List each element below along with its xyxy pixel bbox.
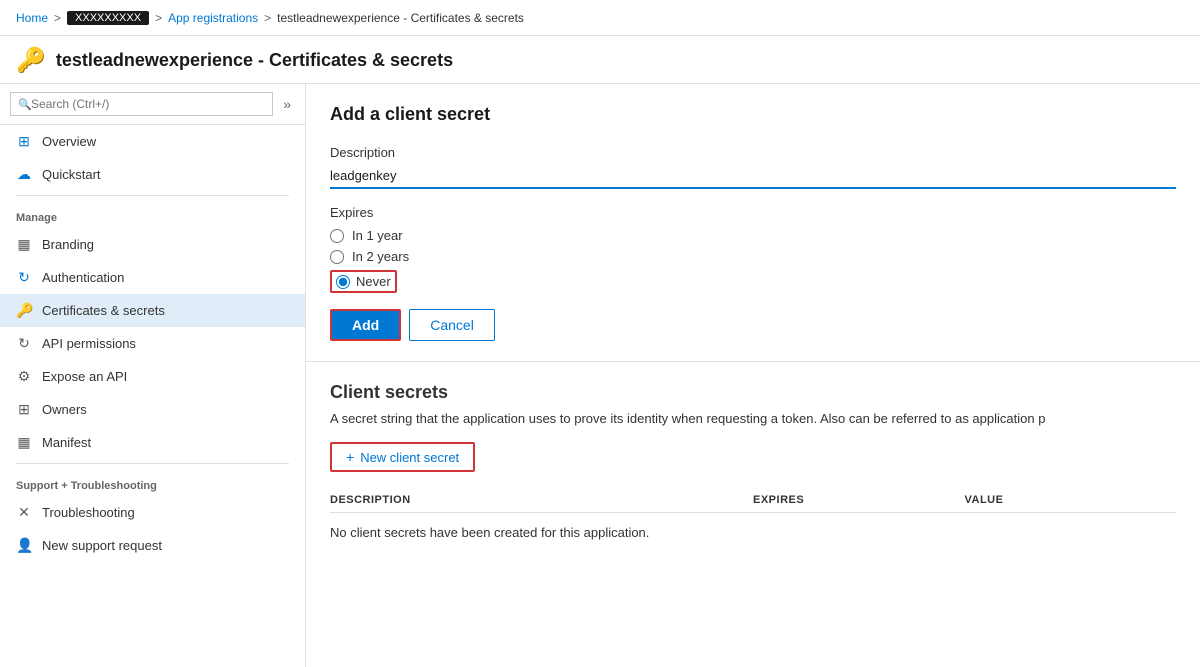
sidebar-item-owners[interactable]: ⊞ Owners: [0, 393, 305, 426]
new-client-secret-label: New client secret: [360, 450, 459, 465]
page-header: 🔑 testleadnewexperience - Certificates &…: [0, 36, 1200, 84]
radio-never[interactable]: Never: [330, 270, 1176, 293]
search-icon: 🔍: [18, 98, 32, 111]
sidebar-item-overview[interactable]: ⊞ Overview: [0, 125, 305, 158]
manifest-icon: ▦: [16, 434, 32, 451]
breadcrumb-home[interactable]: Home: [16, 11, 48, 25]
nav-divider-manage: [16, 195, 289, 196]
sidebar-item-manifest[interactable]: ▦ Manifest: [0, 426, 305, 459]
sidebar-item-quickstart-label: Quickstart: [42, 167, 101, 182]
plus-icon: +: [346, 449, 354, 465]
breadcrumb-bar: Home > XXXXXXXXX > App registrations > t…: [0, 0, 1200, 36]
radio-2years-label: In 2 years: [352, 249, 409, 264]
sidebar-item-manifest-label: Manifest: [42, 435, 91, 450]
sidebar-item-troubleshooting-label: Troubleshooting: [42, 505, 135, 520]
client-secrets-desc: A secret string that the application use…: [330, 411, 1176, 426]
client-secrets-section: Client secrets A secret string that the …: [306, 362, 1200, 572]
radio-1year-input[interactable]: [330, 229, 344, 243]
support-section-label: Support + Troubleshooting: [0, 468, 305, 496]
sidebar-item-troubleshooting[interactable]: ✕ Troubleshooting: [0, 496, 305, 529]
cancel-button[interactable]: Cancel: [409, 309, 495, 341]
radio-never-input[interactable]: [336, 275, 350, 289]
radio-2years-input[interactable]: [330, 250, 344, 264]
expires-label: Expires: [330, 205, 1176, 220]
breadcrumb-tenant: XXXXXXXXX: [67, 11, 149, 25]
quickstart-icon: ☁: [16, 166, 32, 183]
add-secret-panel: Add a client secret Description Expires …: [306, 84, 1200, 362]
radio-1year-label: In 1 year: [352, 228, 403, 243]
content-area: Add a client secret Description Expires …: [306, 84, 1200, 667]
col-value: VALUE: [965, 494, 1177, 506]
sidebar-item-new-support-label: New support request: [42, 538, 162, 553]
add-button[interactable]: Add: [330, 309, 401, 341]
breadcrumb-current: testleadnewexperience - Certificates & s…: [277, 11, 524, 25]
sidebar-item-authentication[interactable]: ↻ Authentication: [0, 261, 305, 294]
search-bar: 🔍 »: [0, 84, 305, 125]
sidebar-item-overview-label: Overview: [42, 134, 96, 149]
api-permissions-icon: ↻: [16, 335, 32, 352]
sidebar-item-certificates-label: Certificates & secrets: [42, 303, 165, 318]
sidebar-item-expose-api[interactable]: ⚙ Expose an API: [0, 360, 305, 393]
radio-1year[interactable]: In 1 year: [330, 228, 1176, 243]
breadcrumb-app-registrations[interactable]: App registrations: [168, 11, 258, 25]
expose-api-icon: ⚙: [16, 368, 32, 385]
description-input[interactable]: [330, 164, 1176, 189]
sidebar-item-quickstart[interactable]: ☁ Quickstart: [0, 158, 305, 191]
sidebar-item-certificates[interactable]: 🔑 Certificates & secrets: [0, 294, 305, 327]
description-label: Description: [330, 145, 1176, 160]
new-support-icon: 👤: [16, 537, 32, 554]
troubleshooting-icon: ✕: [16, 504, 32, 521]
sidebar-item-authentication-label: Authentication: [42, 270, 124, 285]
sidebar-item-api-permissions-label: API permissions: [42, 336, 136, 351]
sidebar-item-branding-label: Branding: [42, 237, 94, 252]
sidebar-item-branding[interactable]: ▦ Branding: [0, 228, 305, 261]
radio-never-label: Never: [356, 274, 391, 289]
never-highlight: Never: [330, 270, 397, 293]
nav-divider-support: [16, 463, 289, 464]
branding-icon: ▦: [16, 236, 32, 253]
sidebar-item-api-permissions[interactable]: ↻ API permissions: [0, 327, 305, 360]
add-secret-title: Add a client secret: [330, 104, 1176, 125]
sidebar-item-new-support[interactable]: 👤 New support request: [0, 529, 305, 562]
new-client-secret-button[interactable]: + New client secret: [330, 442, 475, 472]
secrets-empty-message: No client secrets have been created for …: [330, 513, 1176, 552]
secrets-table-header: DESCRIPTION EXPIRES VALUE: [330, 488, 1176, 513]
radio-2years[interactable]: In 2 years: [330, 249, 1176, 264]
description-field: Description: [330, 145, 1176, 189]
page-title: testleadnewexperience - Certificates & s…: [56, 50, 453, 71]
sidebar-item-expose-api-label: Expose an API: [42, 369, 127, 384]
certificates-icon: 🔑: [16, 302, 32, 319]
overview-icon: ⊞: [16, 133, 32, 150]
sidebar: 🔍 » ⊞ Overview ☁ Quickstart Manage ▦ Bra…: [0, 84, 306, 667]
client-secrets-title: Client secrets: [330, 382, 1176, 403]
main-container: 🔍 » ⊞ Overview ☁ Quickstart Manage ▦ Bra…: [0, 84, 1200, 667]
col-expires: EXPIRES: [753, 494, 965, 506]
collapse-icon[interactable]: »: [279, 94, 295, 114]
col-description: DESCRIPTION: [330, 494, 753, 506]
key-icon: 🔑: [16, 46, 46, 75]
button-actions: Add Cancel: [330, 309, 1176, 341]
sidebar-item-owners-label: Owners: [42, 402, 87, 417]
authentication-icon: ↻: [16, 269, 32, 286]
expires-radio-group: In 1 year In 2 years Never: [330, 228, 1176, 293]
manage-section-label: Manage: [0, 200, 305, 228]
search-input[interactable]: [10, 92, 273, 116]
owners-icon: ⊞: [16, 401, 32, 418]
